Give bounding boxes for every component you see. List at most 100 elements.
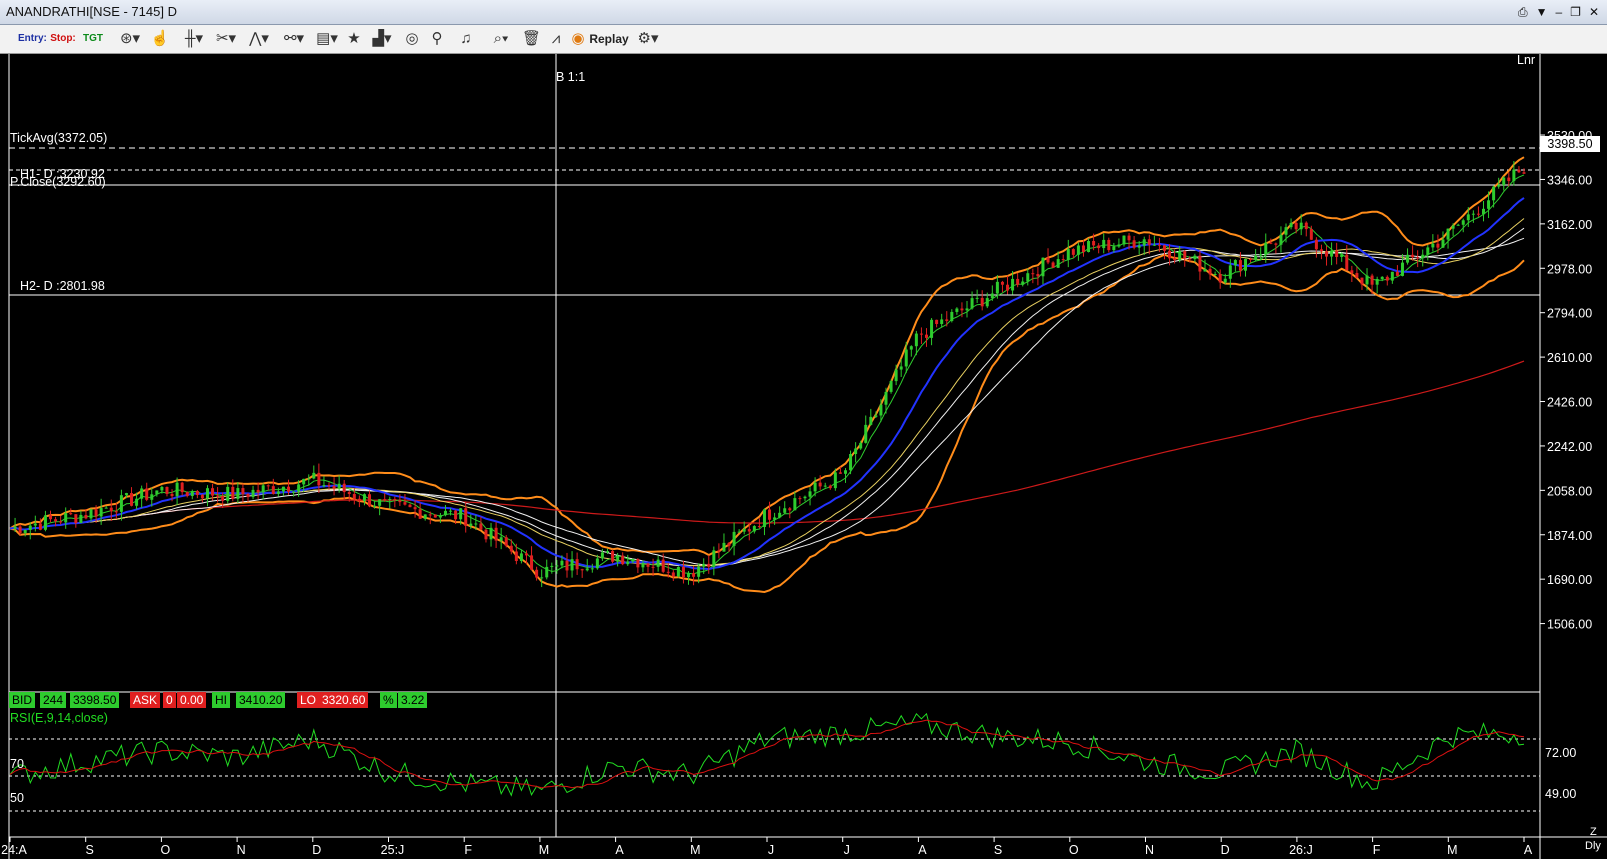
- candle-body: [727, 542, 731, 546]
- candle-body: [773, 517, 777, 520]
- candle-type-icon[interactable]: ╫▾: [180, 28, 208, 50]
- candle-body: [155, 490, 159, 495]
- candle-body: [904, 349, 908, 367]
- candle-body: [251, 489, 255, 498]
- entry-button[interactable]: Entry:: [18, 28, 47, 50]
- candle-body: [1456, 224, 1460, 226]
- pattern-icon[interactable]: ⋀▾: [245, 28, 273, 50]
- stop-button[interactable]: Stop:: [50, 28, 76, 50]
- candle-body: [459, 508, 463, 520]
- candle-body: [160, 486, 164, 491]
- candle-body: [940, 319, 944, 324]
- candle-body: [241, 488, 245, 495]
- candle-body: [1522, 172, 1526, 174]
- alert-bell-icon[interactable]: ♫: [457, 28, 475, 50]
- candle-body: [843, 470, 847, 474]
- candle-body: [894, 369, 898, 382]
- candle-body: [1173, 258, 1177, 261]
- candle-body: [1370, 275, 1374, 285]
- candle-body: [1036, 274, 1040, 277]
- minimize-button[interactable]: –: [1555, 0, 1562, 24]
- x-tick-label: J: [768, 843, 774, 857]
- study-icon[interactable]: ▟▾: [368, 28, 396, 50]
- favorite-star-icon[interactable]: ★: [345, 28, 363, 50]
- draw-tools-icon[interactable]: ✂▾: [212, 28, 240, 50]
- price-chart[interactable]: 3530.003346.003162.002978.002794.002610.…: [0, 54, 1607, 859]
- candle-body: [352, 494, 356, 499]
- print-icon[interactable]: ⎙: [1518, 0, 1528, 24]
- target-button[interactable]: TGT: [82, 28, 104, 50]
- y-tick-label: 3162.00: [1547, 218, 1592, 232]
- candle-body: [1223, 278, 1227, 283]
- ma-25-line: [9, 218, 1525, 567]
- candle-body: [84, 514, 88, 519]
- candle-body: [433, 514, 437, 518]
- candle-body: [565, 560, 569, 571]
- pin-icon[interactable]: ⚲: [428, 28, 446, 50]
- candle-body: [555, 565, 559, 567]
- candle-body: [626, 561, 630, 565]
- indicator-icon[interactable]: ⊛▾: [115, 28, 145, 50]
- periodicity-button[interactable]: Dly: [1585, 840, 1601, 852]
- line-chart-icon[interactable]: ⩘: [546, 28, 566, 50]
- candle-body: [494, 527, 498, 541]
- x-tick-label: F: [464, 843, 472, 857]
- candle-body: [590, 568, 594, 570]
- restore-button[interactable]: ❐: [1570, 0, 1581, 24]
- candle-body: [838, 472, 842, 474]
- x-tick-label: A: [918, 843, 927, 857]
- scale-mode-label[interactable]: Lnr: [1517, 53, 1535, 67]
- candle-body: [1436, 243, 1440, 248]
- candle-body: [899, 366, 903, 370]
- candle-body: [889, 381, 893, 392]
- candle-body: [540, 577, 544, 579]
- x-tick-label: 25:J: [381, 843, 405, 857]
- y-tick-label: 2610.00: [1547, 351, 1592, 365]
- candle-body: [1406, 254, 1410, 263]
- template-icon[interactable]: ▤▾: [313, 28, 341, 50]
- sync-icon[interactable]: ◎: [402, 28, 422, 50]
- zoom-icon[interactable]: ⌕▾: [487, 28, 515, 50]
- ma-30-line: [9, 227, 1525, 567]
- candle-body: [211, 488, 215, 496]
- candle-body: [114, 511, 118, 513]
- pointer-icon[interactable]: ☝: [150, 28, 170, 50]
- candle-body: [864, 424, 868, 443]
- candle-body: [747, 529, 751, 532]
- settings-gear-icon[interactable]: ⚙▾: [634, 28, 662, 50]
- candle-body: [180, 482, 184, 493]
- candle-body: [124, 493, 128, 496]
- candle-body: [170, 493, 174, 497]
- rsi-panel: [9, 712, 1540, 812]
- candle-body: [357, 498, 361, 501]
- candle-body: [1092, 241, 1096, 246]
- candle-body: [1492, 186, 1496, 201]
- tick-avg-label: TickAvg(3372.05): [10, 131, 108, 145]
- dropdown-icon[interactable]: ▼: [1536, 0, 1548, 24]
- candle-body: [418, 509, 422, 519]
- candle-body: [297, 484, 301, 492]
- candle-body: [732, 531, 736, 546]
- candle-body: [1335, 250, 1339, 257]
- candle-body: [808, 491, 812, 497]
- candle-body: [909, 346, 913, 350]
- replay-icon[interactable]: ◉: [570, 28, 586, 50]
- candle-body: [130, 493, 134, 506]
- zoom-corner-button[interactable]: Z: [1590, 826, 1597, 838]
- candle-body: [611, 551, 615, 562]
- candle-body: [79, 514, 83, 524]
- candle-body: [443, 510, 447, 516]
- replay-button[interactable]: Replay: [588, 28, 630, 50]
- candle-body: [793, 498, 797, 511]
- candle-body: [190, 491, 194, 497]
- x-tick-label: D: [1221, 843, 1230, 857]
- candle-body: [1446, 228, 1450, 240]
- candle-body: [1264, 242, 1268, 255]
- candle-body: [1365, 275, 1369, 285]
- candle-body: [524, 553, 528, 556]
- close-button[interactable]: ✕: [1589, 0, 1599, 24]
- candle-body: [970, 298, 974, 309]
- candle-body: [666, 571, 670, 573]
- link-icon[interactable]: ⚯▾: [280, 28, 308, 50]
- delete-icon[interactable]: 🗑: [522, 28, 541, 50]
